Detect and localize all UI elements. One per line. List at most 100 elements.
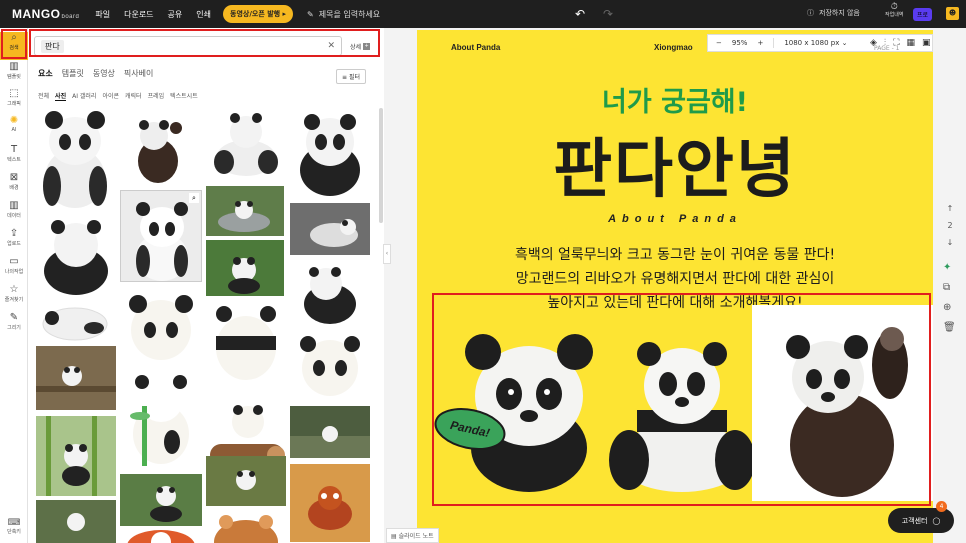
result-thumb[interactable] xyxy=(120,528,202,543)
result-thumb[interactable] xyxy=(290,330,370,400)
results-scrollbar[interactable] xyxy=(379,108,383,223)
profile-icon[interactable]: ☻ xyxy=(946,7,959,20)
magic-wand-icon[interactable]: ✦ xyxy=(943,262,956,273)
headline-text[interactable]: 판다안녕 xyxy=(417,118,933,210)
result-thumb[interactable] xyxy=(206,512,286,543)
result-thumb[interactable] xyxy=(290,203,370,255)
history-button[interactable]: ⏱ 작업내역 xyxy=(885,2,903,18)
result-thumb[interactable] xyxy=(206,298,286,384)
subtitle-text[interactable]: 너가 궁금해! xyxy=(417,80,933,119)
trash-icon[interactable]: 🗑 xyxy=(943,322,956,333)
result-thumb[interactable] xyxy=(208,108,284,180)
tab-pixabay[interactable]: 픽사베이 xyxy=(124,68,153,79)
result-thumb[interactable] xyxy=(36,215,116,297)
search-query: 판다 xyxy=(41,39,64,53)
chat-icon: ◯ xyxy=(932,516,941,525)
search-input[interactable]: 판다 ✕ xyxy=(34,36,342,56)
preview-icon[interactable]: ▣ xyxy=(922,38,931,48)
subtab-textsheet[interactable]: 텍스트시트 xyxy=(170,91,198,101)
tab-videos[interactable]: 동영상 xyxy=(93,68,115,79)
rail-text[interactable]: T 텍스트 xyxy=(0,144,28,163)
video-promo-button[interactable]: 동영상/오픈 발행 ▸ xyxy=(223,5,294,23)
result-thumb[interactable] xyxy=(206,186,284,236)
info-icon: ⓘ xyxy=(807,9,814,17)
collapse-panel-button[interactable]: ‹ xyxy=(383,244,391,264)
result-thumb[interactable] xyxy=(120,286,202,366)
page-label: PAGE - 1 xyxy=(874,45,900,52)
result-thumb[interactable] xyxy=(290,406,370,458)
result-thumb[interactable] xyxy=(206,456,286,506)
rail-ai[interactable]: ✺ AI xyxy=(0,115,28,133)
result-thumb-selected[interactable]: ⌕ xyxy=(120,190,202,282)
result-thumb[interactable] xyxy=(290,108,370,198)
page-number: 2 xyxy=(947,221,953,230)
rail-background[interactable]: ⊠ 배경 xyxy=(0,172,28,191)
zoom-icon[interactable]: ⌕ xyxy=(189,193,199,203)
result-thumb[interactable] xyxy=(290,260,370,326)
zoom-in-button[interactable]: + xyxy=(757,39,763,47)
detail-search-button[interactable]: 상세 + xyxy=(350,42,371,51)
subtab-photo[interactable]: 사진 xyxy=(55,91,67,101)
rail-mywork[interactable]: ▭ 나의작업 xyxy=(0,256,28,275)
header-left-text[interactable]: About Panda xyxy=(451,43,500,52)
zoom-level[interactable]: 95% xyxy=(732,39,748,47)
upload-icon: ⇪ xyxy=(9,228,19,239)
title-input[interactable]: ✎ 제목을 입력하세요 xyxy=(307,9,380,20)
result-thumb[interactable] xyxy=(290,464,370,542)
about-text[interactable]: About Panda xyxy=(417,213,933,225)
panda-sticker[interactable]: Panda! xyxy=(433,407,507,451)
rail-upload[interactable]: ⇪ 업로드 xyxy=(0,228,28,247)
copy-icon[interactable]: ⧉ xyxy=(943,282,956,293)
plan-badge[interactable]: 프로 xyxy=(913,8,933,21)
body-line: 망고랜드의 리바오가 유명해지면서 판다에 대한 관심이 xyxy=(515,271,835,287)
menu-file[interactable]: 파일 xyxy=(95,9,110,20)
result-thumb[interactable] xyxy=(36,500,116,543)
zoom-out-button[interactable]: − xyxy=(716,39,722,47)
shortcut-button[interactable]: ⌨ 단축키 xyxy=(2,518,26,535)
subtab-all[interactable]: 전체 xyxy=(38,91,49,101)
rail-draw[interactable]: ✎ 그리기 xyxy=(0,312,28,331)
rail-graphic[interactable]: ⬚ 그래픽 xyxy=(0,88,28,107)
background-icon: ⊠ xyxy=(9,172,19,183)
filter-button[interactable]: ≡ 필터 xyxy=(336,69,366,84)
result-thumb[interactable] xyxy=(206,240,284,296)
rail-search[interactable]: ⌕ 검색 xyxy=(0,32,28,60)
support-button[interactable]: 고객센터 ◯ xyxy=(888,508,954,533)
result-thumb[interactable] xyxy=(120,366,202,472)
menu-share[interactable]: 공유 xyxy=(168,9,183,20)
rail-data[interactable]: ▥ 데이터 xyxy=(0,200,28,219)
page-down-button[interactable]: ↓ xyxy=(944,238,956,247)
grid-icon[interactable]: ▦ xyxy=(907,38,916,48)
notification-badge: 4 xyxy=(936,501,947,512)
tab-elements[interactable]: 요소 xyxy=(38,68,53,79)
close-icon[interactable]: ✕ xyxy=(327,41,335,51)
header-right-text[interactable]: Xiongmao xyxy=(654,43,693,52)
panda-photo-2[interactable] xyxy=(607,340,757,496)
subtab-icon[interactable]: 아이콘 xyxy=(102,91,119,101)
subtab-ai-gallery[interactable]: AI 갤러리 xyxy=(72,91,96,101)
result-thumb[interactable] xyxy=(128,116,188,186)
tab-templates[interactable]: 템플릿 xyxy=(62,68,84,79)
app-logo[interactable]: MANGOboard xyxy=(12,7,79,21)
redo-icon[interactable]: ↷ xyxy=(603,7,613,21)
canvas-size-select[interactable]: 1080 x 1080 px ⌄ xyxy=(784,39,847,47)
panda-photo-3-card[interactable] xyxy=(752,305,933,501)
rail-template[interactable]: ▥ 템플릿 xyxy=(0,61,28,80)
page-actions: ✦ ⧉ ⊕ 🗑 xyxy=(943,262,956,333)
undo-icon[interactable]: ↶ xyxy=(575,7,585,21)
slide-notes-button[interactable]: ▤ 슬라이드 노트 xyxy=(386,528,439,543)
subtab-character[interactable]: 캐릭터 xyxy=(125,91,142,101)
design-page[interactable]: About Panda Xiongmao 너가 궁금해! 판다안녕 About … xyxy=(417,30,933,543)
result-thumb[interactable] xyxy=(120,474,202,526)
subtab-frame[interactable]: 프레임 xyxy=(148,91,165,101)
result-thumb[interactable] xyxy=(34,106,116,211)
result-thumb[interactable] xyxy=(36,416,116,496)
page-up-button[interactable]: ↑ xyxy=(944,204,956,213)
result-thumb[interactable] xyxy=(34,298,116,346)
menu-print[interactable]: 인쇄 xyxy=(196,9,211,20)
result-thumb[interactable] xyxy=(36,346,116,410)
menu-download[interactable]: 다운로드 xyxy=(124,9,153,20)
star-icon: ☆ xyxy=(9,284,19,295)
rail-favorites[interactable]: ☆ 즐겨찾기 xyxy=(0,284,28,303)
add-page-icon[interactable]: ⊕ xyxy=(943,302,956,313)
